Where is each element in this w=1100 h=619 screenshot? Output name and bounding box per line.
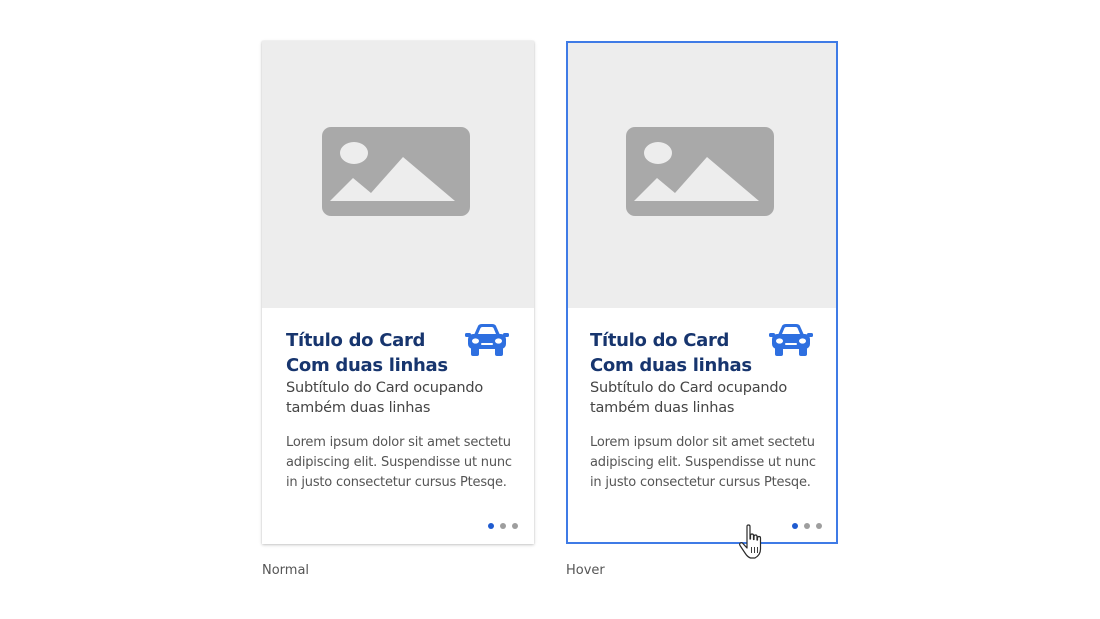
- card-title-line: Com duas linhas: [286, 355, 448, 376]
- card-body-line: in justo consectetur cursus Ptesqe.: [286, 475, 507, 490]
- card-hover[interactable]: Título do Card Com duas linhas Subtítulo…: [566, 41, 838, 544]
- image-placeholder-icon: [322, 127, 470, 216]
- card-subtitle: Subtítulo do Card ocupando também duas l…: [590, 378, 815, 418]
- card-subtitle: Subtítulo do Card ocupando também duas l…: [286, 378, 511, 418]
- card-body-text: Lorem ipsum dolor sit amet sectetu adipi…: [286, 433, 518, 493]
- card-content: Título do Card Com duas linhas Subtítulo…: [286, 328, 514, 493]
- image-placeholder-icon: [626, 127, 774, 216]
- pagination-dot[interactable]: [500, 523, 506, 529]
- card-image: [568, 43, 836, 308]
- pagination-dot[interactable]: [804, 523, 810, 529]
- pagination-dot-active[interactable]: [488, 523, 494, 529]
- caption-normal: Normal: [262, 563, 310, 578]
- card-subtitle-line: Subtítulo do Card ocupando: [286, 380, 484, 396]
- card-title: Título do Card Com duas linhas: [590, 328, 765, 378]
- card-title-line: Título do Card: [590, 330, 730, 351]
- card-image: [262, 41, 534, 308]
- card-body-line: adipiscing elit. Suspendisse ut nunc: [590, 455, 816, 470]
- card-body-text: Lorem ipsum dolor sit amet sectetu adipi…: [590, 433, 822, 493]
- card-subtitle-line: Subtítulo do Card ocupando: [590, 380, 788, 396]
- card-normal[interactable]: Título do Card Com duas linhas Subtítulo…: [262, 41, 534, 544]
- pagination-dot-active[interactable]: [792, 523, 798, 529]
- card-subtitle-line: também duas linhas: [590, 400, 735, 416]
- pagination-dots: [792, 523, 822, 529]
- hand-pointer-icon: [739, 524, 762, 559]
- pagination-dots: [488, 523, 518, 529]
- card-body-line: adipiscing elit. Suspendisse ut nunc: [286, 455, 512, 470]
- card-subtitle-line: também duas linhas: [286, 400, 431, 416]
- caption-hover: Hover: [566, 563, 605, 578]
- card-title-line: Com duas linhas: [590, 355, 752, 376]
- stage: Título do Card Com duas linhas Subtítulo…: [0, 0, 1100, 619]
- pagination-dot[interactable]: [816, 523, 822, 529]
- card-body-line: Lorem ipsum dolor sit amet sectetu: [286, 435, 511, 450]
- card-body-line: Lorem ipsum dolor sit amet sectetu: [590, 435, 815, 450]
- card-content: Título do Card Com duas linhas Subtítulo…: [590, 328, 816, 493]
- card-title-line: Título do Card: [286, 330, 426, 351]
- pagination-dot[interactable]: [512, 523, 518, 529]
- card-title: Título do Card Com duas linhas: [286, 328, 461, 378]
- card-body-line: in justo consectetur cursus Ptesqe.: [590, 475, 811, 490]
